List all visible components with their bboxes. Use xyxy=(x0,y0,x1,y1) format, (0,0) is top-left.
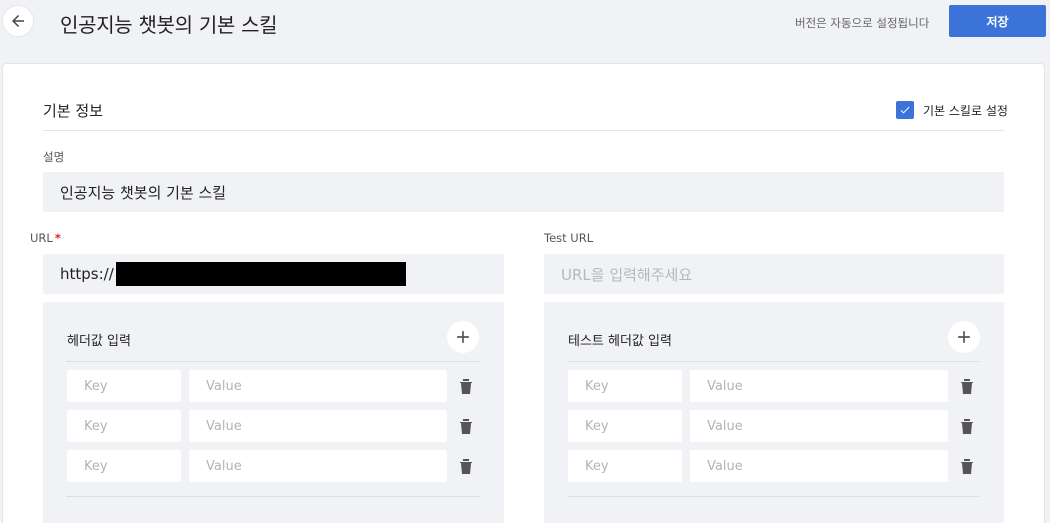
url-label-text: URL xyxy=(30,231,53,245)
add-test-header-button[interactable] xyxy=(948,321,980,353)
panel-divider xyxy=(567,496,979,497)
url-label: URL * xyxy=(30,231,61,245)
test-header-values-panel: 테스트 헤더값 입력 Key Value Key Value Key Value xyxy=(544,302,1004,523)
section-title-basic-info: 기본 정보 xyxy=(43,102,103,120)
trash-icon[interactable] xyxy=(959,417,975,435)
panel-divider xyxy=(567,361,979,362)
test-url-label: Test URL xyxy=(544,231,594,245)
panel-divider xyxy=(66,496,480,497)
checkbox-checked-icon[interactable] xyxy=(896,101,914,119)
redacted-block xyxy=(115,262,406,286)
test-header-key-input[interactable]: Key xyxy=(568,410,682,442)
description-label: 설명 xyxy=(43,150,65,164)
page-title: 인공지능 챗봇의 기본 스킬 xyxy=(60,13,278,37)
header-key-input[interactable]: Key xyxy=(67,370,181,402)
default-skill-label: 기본 스킬로 설정 xyxy=(923,103,1008,118)
url-input[interactable]: https:// xyxy=(43,254,504,294)
url-value: https:// xyxy=(60,265,114,283)
test-header-panel-title: 테스트 헤더값 입력 xyxy=(568,334,672,349)
back-button[interactable] xyxy=(2,5,34,37)
top-bar: 인공지능 챗봇의 기본 스킬 버전은 자동으로 설정됩니다 저장 xyxy=(0,0,1050,46)
panel-divider xyxy=(66,361,480,362)
plus-icon xyxy=(958,331,970,343)
arrow-left-icon xyxy=(12,15,24,27)
header-value-input[interactable]: Value xyxy=(189,370,447,402)
trash-icon[interactable] xyxy=(458,377,474,395)
required-mark: * xyxy=(54,231,61,245)
test-header-key-input[interactable]: Key xyxy=(568,450,682,482)
header-key-input[interactable]: Key xyxy=(67,450,181,482)
header-values-panel: 헤더값 입력 Key Value Key Value Key Value xyxy=(43,302,504,523)
test-header-value-input[interactable]: Value xyxy=(690,450,948,482)
description-input[interactable]: 인공지능 챗봇의 기본 스킬 xyxy=(43,172,1004,212)
add-header-button[interactable] xyxy=(447,321,479,353)
autosave-note: 버전은 자동으로 설정됩니다 xyxy=(795,16,930,30)
plus-icon xyxy=(457,331,469,343)
skill-form-card: 기본 정보 기본 스킬로 설정 설명 인공지능 챗봇의 기본 스킬 URL * h… xyxy=(2,63,1045,523)
trash-icon[interactable] xyxy=(458,417,474,435)
section-divider xyxy=(43,130,1004,131)
test-header-value-input[interactable]: Value xyxy=(690,370,948,402)
default-skill-checkbox[interactable]: 기본 스킬로 설정 xyxy=(896,101,1008,119)
header-value-input[interactable]: Value xyxy=(189,450,447,482)
save-button[interactable]: 저장 xyxy=(949,5,1046,37)
header-key-input[interactable]: Key xyxy=(67,410,181,442)
test-url-input[interactable]: URL을 입력해주세요 xyxy=(544,254,1004,294)
trash-icon[interactable] xyxy=(458,457,474,475)
trash-icon[interactable] xyxy=(959,377,975,395)
test-header-value-input[interactable]: Value xyxy=(690,410,948,442)
header-panel-title: 헤더값 입력 xyxy=(67,334,131,349)
header-value-input[interactable]: Value xyxy=(189,410,447,442)
trash-icon[interactable] xyxy=(959,457,975,475)
test-header-key-input[interactable]: Key xyxy=(568,370,682,402)
